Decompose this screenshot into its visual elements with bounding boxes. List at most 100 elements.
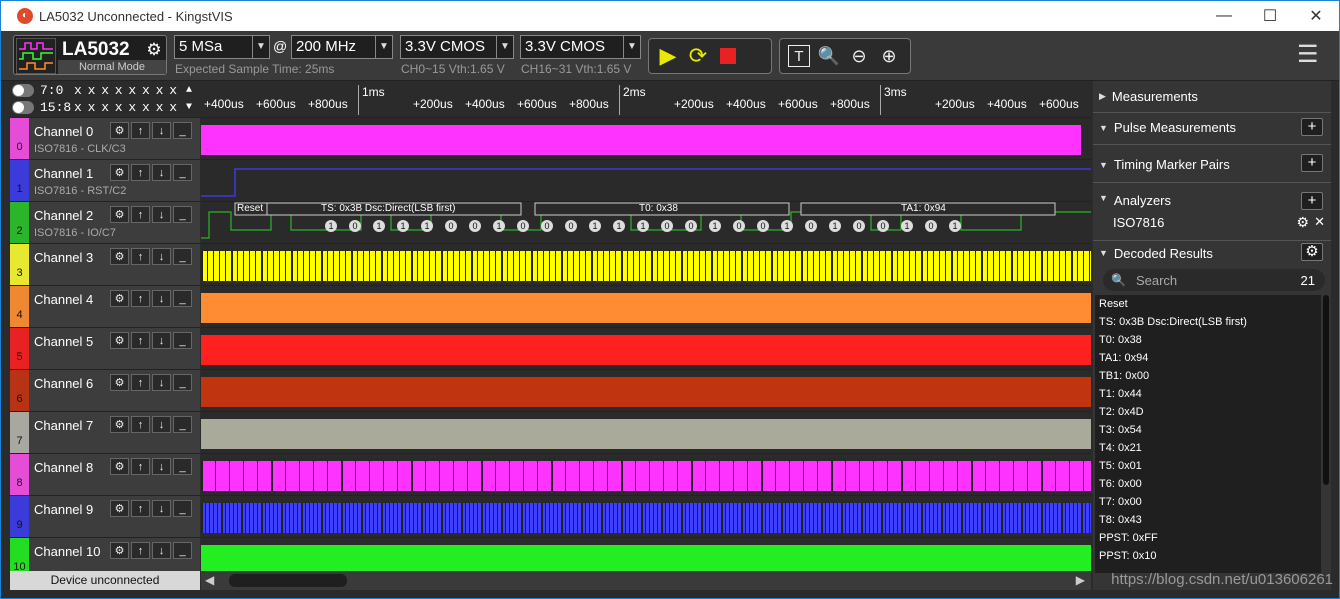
falling-edge-icon[interactable]: ↓ [152, 122, 171, 139]
zoom-fit-icon[interactable]: 🔍 [814, 41, 844, 71]
channel-gear-icon[interactable]: ⚙ [110, 374, 129, 391]
decoded-result-item[interactable]: TB1: 0x00 [1095, 367, 1321, 385]
loop-start-icon[interactable]: ⟳ [683, 41, 713, 71]
analyzer-gear-icon[interactable]: ⚙ [1296, 214, 1309, 231]
add-timing-button[interactable]: + [1301, 154, 1323, 172]
decoded-result-item[interactable]: T2: 0x4D [1095, 403, 1321, 421]
collapse-down-icon[interactable]: ▼ [186, 102, 192, 113]
rising-edge-icon[interactable]: ↑ [131, 206, 150, 223]
channel-row[interactable]: 2 Channel 2 ISO7816 - IO/C7 ⚙ ↑ ↓ _ [10, 201, 200, 243]
falling-edge-icon[interactable]: ↓ [152, 206, 171, 223]
decoded-result-item[interactable]: TS: 0x3B Dsc:Direct(LSB first) [1095, 313, 1321, 331]
low-level-icon[interactable]: _ [173, 332, 192, 349]
low-level-icon[interactable]: _ [173, 122, 192, 139]
channel-row[interactable]: 0 Channel 0 ISO7816 - CLK/C3 ⚙ ↑ ↓ _ [10, 117, 200, 159]
start-icon[interactable]: ▶ [653, 41, 683, 71]
toggle-switch[interactable] [12, 84, 34, 97]
channel-gear-icon[interactable]: ⚙ [110, 122, 129, 139]
timing-section[interactable]: ▼ Timing Marker Pairs + [1093, 147, 1331, 183]
rising-edge-icon[interactable]: ↑ [131, 416, 150, 433]
rising-edge-icon[interactable]: ↑ [131, 290, 150, 307]
pulse-section[interactable]: ▼ Pulse Measurements + [1093, 111, 1331, 145]
falling-edge-icon[interactable]: ↓ [152, 458, 171, 475]
scrollbar-thumb[interactable] [229, 574, 347, 587]
rising-edge-icon[interactable]: ↑ [131, 164, 150, 181]
channel-row[interactable]: 5 Channel 5 ⚙ ↑ ↓ _ [10, 327, 200, 369]
channel-row[interactable]: 1 Channel 1 ISO7816 - RST/C2 ⚙ ↑ ↓ _ [10, 159, 200, 201]
falling-edge-icon[interactable]: ↓ [152, 500, 171, 517]
falling-edge-icon[interactable]: ↓ [152, 416, 171, 433]
zoom-out-icon[interactable]: ⊖ [844, 41, 874, 71]
channel-gear-icon[interactable]: ⚙ [110, 248, 129, 265]
search-input[interactable]: 🔍 Search 21 [1103, 269, 1325, 291]
decoded-result-item[interactable]: T0: 0x38 [1095, 331, 1321, 349]
channel-gear-icon[interactable]: ⚙ [110, 458, 129, 475]
rising-edge-icon[interactable]: ↑ [131, 332, 150, 349]
scroll-left-icon[interactable]: ◀ [205, 573, 214, 587]
decoded-result-item[interactable]: PPST: 0xFF [1095, 529, 1321, 547]
rising-edge-icon[interactable]: ↑ [131, 542, 150, 559]
toggle-switch[interactable] [12, 101, 34, 114]
channel-gear-icon[interactable]: ⚙ [110, 332, 129, 349]
decoded-result-item[interactable]: T8: 0x43 [1095, 511, 1321, 529]
collapse-up-icon[interactable]: ▲ [186, 85, 192, 96]
decoded-result-item[interactable]: T4: 0x21 [1095, 439, 1321, 457]
falling-edge-icon[interactable]: ↓ [152, 332, 171, 349]
minimize-button[interactable]: — [1201, 1, 1247, 31]
channel-row[interactable]: 3 Channel 3 ⚙ ↑ ↓ _ [10, 243, 200, 285]
add-pulse-button[interactable]: + [1301, 118, 1323, 136]
zoom-in-icon[interactable]: ⊕ [874, 41, 904, 71]
device-gear-icon[interactable]: ⚙ [144, 40, 164, 60]
rising-edge-icon[interactable]: ↑ [131, 374, 150, 391]
channel-gear-icon[interactable]: ⚙ [110, 416, 129, 433]
low-level-icon[interactable]: _ [173, 416, 192, 433]
channel-gear-icon[interactable]: ⚙ [110, 500, 129, 517]
decoded-result-item[interactable]: PPST: 0x10 [1095, 547, 1321, 565]
close-button[interactable]: ✕ [1293, 1, 1339, 31]
low-level-icon[interactable]: _ [173, 500, 192, 517]
falling-edge-icon[interactable]: ↓ [152, 374, 171, 391]
sample-rate-select[interactable]: 200 MHz ▼ [291, 35, 393, 59]
falling-edge-icon[interactable]: ↓ [152, 248, 171, 265]
low-level-icon[interactable]: _ [173, 248, 192, 265]
channel-gear-icon[interactable]: ⚙ [110, 290, 129, 307]
low-level-icon[interactable]: _ [173, 290, 192, 307]
rising-edge-icon[interactable]: ↑ [131, 122, 150, 139]
channel-gear-icon[interactable]: ⚙ [110, 164, 129, 181]
decoded-gear-icon[interactable]: ⚙ [1301, 243, 1323, 261]
decoded-result-item[interactable]: T6: 0x00 [1095, 475, 1321, 493]
channel-gear-icon[interactable]: ⚙ [110, 542, 129, 559]
device-box[interactable]: LA5032 ⚙ Normal Mode [13, 35, 167, 75]
decoded-result-item[interactable]: T5: 0x01 [1095, 457, 1321, 475]
low-level-icon[interactable]: _ [173, 164, 192, 181]
channel-row[interactable]: 8 Channel 8 ⚙ ↑ ↓ _ [10, 453, 200, 495]
measurements-section[interactable]: ▶ Measurements [1093, 81, 1331, 113]
falling-edge-icon[interactable]: ↓ [152, 542, 171, 559]
menu-icon[interactable]: ☰ [1297, 43, 1319, 67]
low-level-icon[interactable]: _ [173, 458, 192, 475]
channel-row[interactable]: 9 Channel 9 ⚙ ↑ ↓ _ [10, 495, 200, 537]
falling-edge-icon[interactable]: ↓ [152, 290, 171, 307]
channel-row[interactable]: 4 Channel 4 ⚙ ↑ ↓ _ [10, 285, 200, 327]
decoded-result-item[interactable]: Reset [1095, 295, 1321, 313]
vth1-select[interactable]: 3.3V CMOS ▼ [400, 35, 514, 59]
analyzer-item[interactable]: ISO7816 [1113, 215, 1164, 230]
decoded-result-item[interactable]: T7: 0x00 [1095, 493, 1321, 511]
rising-edge-icon[interactable]: ↑ [131, 458, 150, 475]
low-level-icon[interactable]: _ [173, 206, 192, 223]
low-level-icon[interactable]: _ [173, 542, 192, 559]
decoded-result-item[interactable]: T3: 0x54 [1095, 421, 1321, 439]
decoded-result-item[interactable]: TA1: 0x94 [1095, 349, 1321, 367]
trigger-icon[interactable]: T [788, 45, 810, 67]
results-scrollbar[interactable] [1323, 295, 1329, 485]
falling-edge-icon[interactable]: ↓ [152, 164, 171, 181]
stop-icon[interactable] [713, 41, 743, 71]
low-level-icon[interactable]: _ [173, 374, 192, 391]
horizontal-scrollbar[interactable]: ◀ ▶ [201, 571, 1091, 590]
sample-depth-select[interactable]: 5 MSa ▼ [174, 35, 270, 59]
rising-edge-icon[interactable]: ↑ [131, 500, 150, 517]
maximize-button[interactable]: ☐ [1247, 1, 1293, 31]
channel-row[interactable]: 7 Channel 7 ⚙ ↑ ↓ _ [10, 411, 200, 453]
waveform-area[interactable]: Reset TS: 0x3B Dsc:Direct(LSB first) T0: 0… [201, 117, 1091, 575]
analyzer-close-icon[interactable]: ✕ [1314, 214, 1325, 230]
